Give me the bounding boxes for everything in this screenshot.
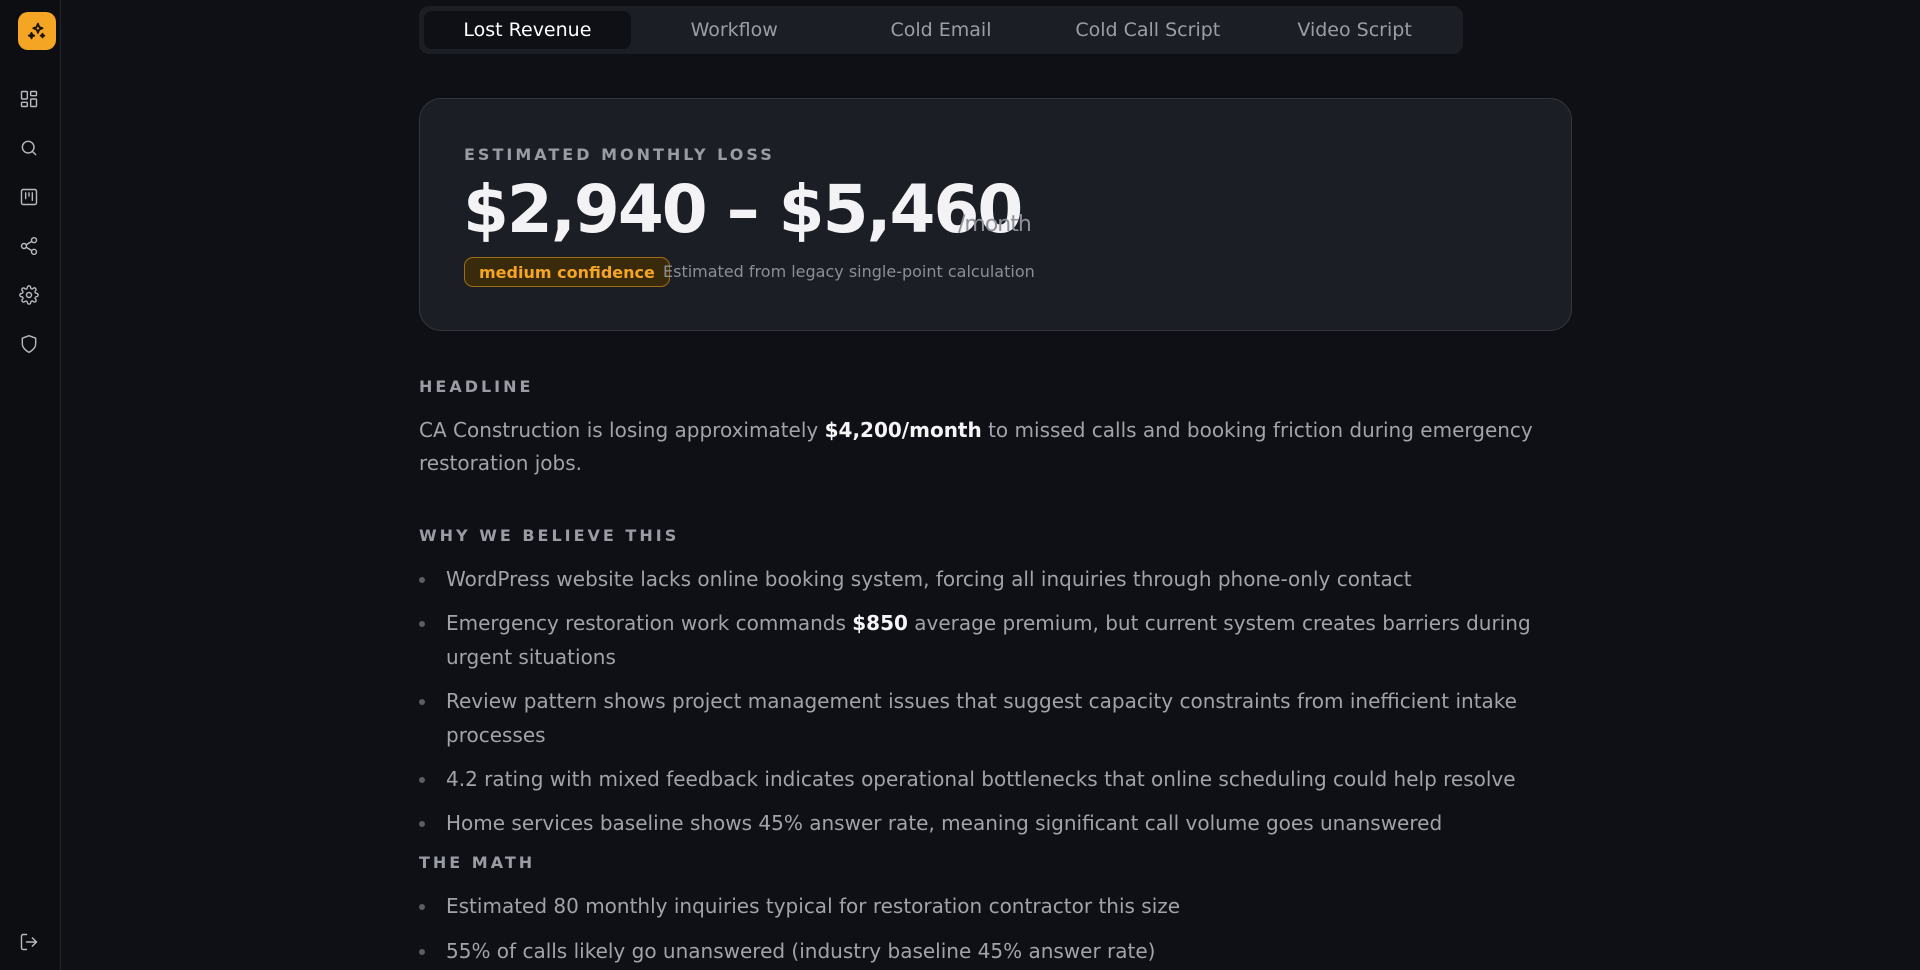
tab-cold-call-script[interactable]: Cold Call Script	[1044, 11, 1251, 49]
headline-highlight: $4,200/month	[824, 418, 982, 442]
math-item: Estimated 80 monthly inquiries typical f…	[419, 889, 1579, 923]
share-icon[interactable]	[17, 234, 41, 258]
search-icon[interactable]	[17, 136, 41, 160]
sidebar	[0, 0, 61, 970]
math-list: Estimated 80 monthly inquiries typical f…	[419, 889, 1579, 968]
headline-heading: HEADLINE	[419, 377, 534, 396]
confidence-badge: medium confidence	[464, 257, 670, 287]
estimated-loss-card: ESTIMATED MONTHLY LOSS $2,940 – $5,460 /…	[419, 98, 1572, 331]
loss-label: ESTIMATED MONTHLY LOSS	[464, 145, 775, 164]
shield-icon[interactable]	[17, 332, 41, 356]
gear-icon[interactable]	[17, 283, 41, 307]
tab-workflow[interactable]: Workflow	[631, 11, 838, 49]
headline-text: CA Construction is losing approximately …	[419, 414, 1579, 480]
why-item-bold: $850	[852, 611, 908, 635]
tab-video-script[interactable]: Video Script	[1251, 11, 1458, 49]
why-heading: WHY WE BELIEVE THIS	[419, 526, 680, 545]
estimate-note: Estimated from legacy single-point calcu…	[663, 262, 1035, 281]
why-item-text: WordPress website lacks online booking s…	[446, 567, 1412, 591]
logout-icon[interactable]	[17, 930, 41, 954]
why-item-text: Review pattern shows project management …	[446, 689, 1517, 747]
loss-unit: /month	[958, 212, 1032, 237]
math-item-text: 55% of calls likely go unanswered (indus…	[446, 939, 1156, 963]
sparkles-logo-icon[interactable]	[18, 12, 56, 50]
why-item: Review pattern shows project management …	[419, 684, 1579, 752]
why-item-text: Home services baseline shows 45% answer …	[446, 811, 1443, 835]
why-list: WordPress website lacks online booking s…	[419, 562, 1579, 840]
why-item: WordPress website lacks online booking s…	[419, 562, 1579, 596]
kanban-icon[interactable]	[17, 185, 41, 209]
math-item-text: Estimated 80 monthly inquiries typical f…	[446, 894, 1181, 918]
tab-lost-revenue[interactable]: Lost Revenue	[424, 11, 631, 49]
tab-cold-email[interactable]: Cold Email	[838, 11, 1045, 49]
why-item-text: Emergency restoration work commands	[446, 611, 853, 635]
tab-bar: Lost Revenue Workflow Cold Email Cold Ca…	[419, 6, 1463, 54]
math-heading: THE MATH	[419, 853, 536, 872]
why-item: Emergency restoration work commands $850…	[419, 606, 1579, 674]
why-item: Home services baseline shows 45% answer …	[419, 806, 1579, 840]
loss-amount: $2,940 – $5,460	[463, 171, 1023, 248]
why-item-text: 4.2 rating with mixed feedback indicates…	[446, 767, 1516, 791]
math-item: 55% of calls likely go unanswered (indus…	[419, 934, 1579, 968]
why-item: 4.2 rating with mixed feedback indicates…	[419, 762, 1579, 796]
dashboard-icon[interactable]	[17, 87, 41, 111]
headline-text-before: CA Construction is losing approximately	[419, 418, 825, 442]
